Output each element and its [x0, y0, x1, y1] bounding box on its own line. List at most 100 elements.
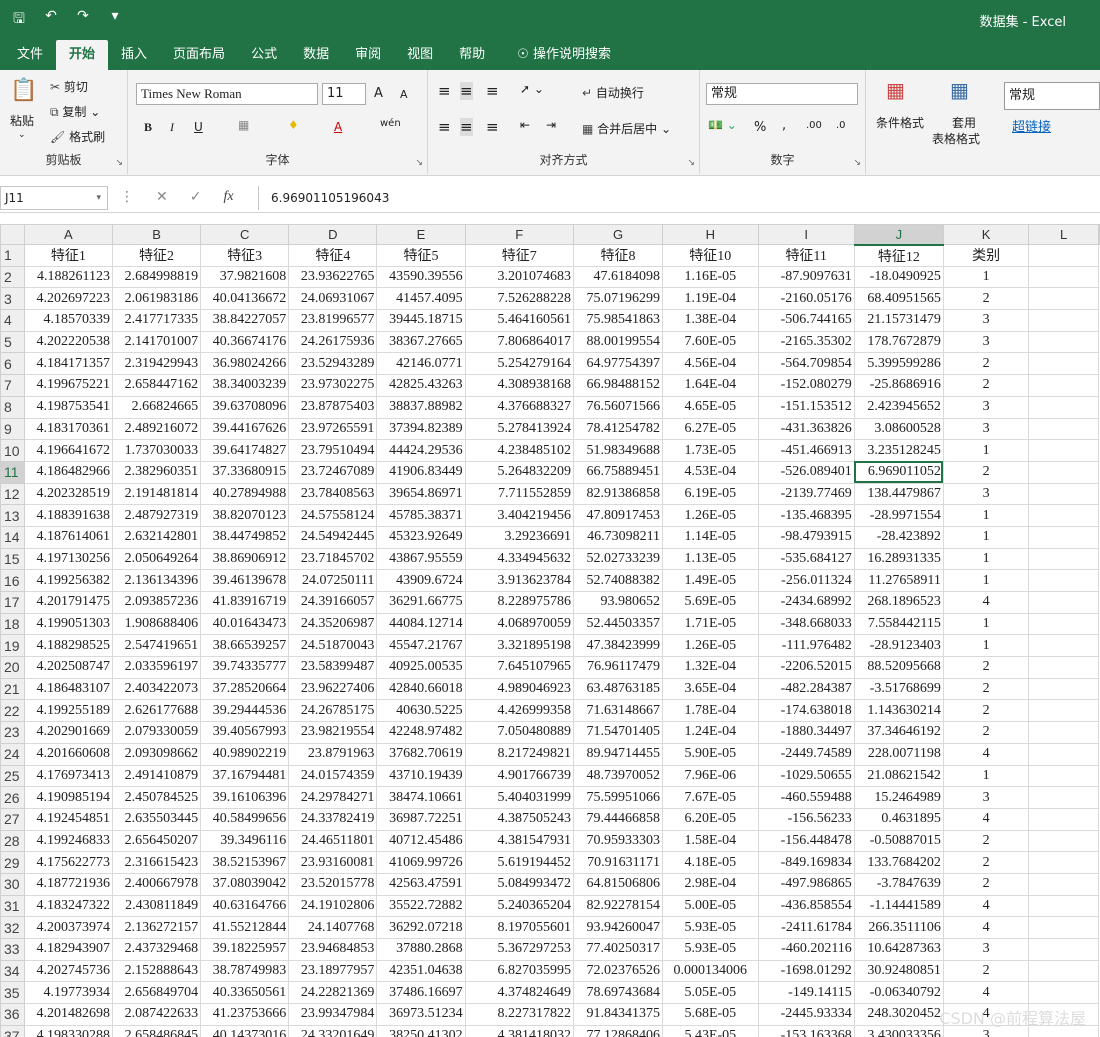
cell[interactable]: 4.56E-04 [662, 352, 759, 376]
cell[interactable]: 64.97754397 [572, 352, 664, 376]
cell[interactable]: 40630.5225 [376, 699, 466, 723]
cell[interactable] [1028, 591, 1099, 614]
cell[interactable]: 40.04136672 [200, 287, 290, 311]
alignment-launcher-icon[interactable]: ↘ [687, 158, 695, 168]
cell[interactable]: 133.7684202 [853, 851, 944, 874]
cell[interactable]: 5.619194452 [464, 851, 574, 874]
cell[interactable]: 36292.07218 [376, 916, 466, 939]
cell[interactable]: -3.51768699 [853, 677, 944, 701]
cell[interactable]: -0.50887015 [853, 829, 944, 853]
cell[interactable]: 1.38E-04 [662, 309, 759, 332]
cell[interactable]: 4.188298525 [23, 634, 113, 658]
cell[interactable]: 4.989046923 [464, 677, 574, 701]
cell[interactable]: 3.235128245 [853, 439, 944, 462]
cell[interactable]: 1.71E-05 [662, 612, 759, 636]
paste-button[interactable]: 粘贴 [10, 112, 34, 129]
cell[interactable]: 48.73970052 [572, 764, 664, 788]
bold-button[interactable]: B [144, 120, 152, 135]
cell[interactable]: 52.02733239 [572, 547, 664, 571]
cell[interactable]: 39.46139678 [200, 569, 290, 592]
dialog-launcher-icon[interactable]: ↘ [115, 158, 123, 168]
cell[interactable]: 41457.4095 [376, 287, 466, 311]
cell[interactable]: 4.068970059 [464, 612, 574, 636]
cell[interactable]: 76.56071566 [572, 395, 664, 419]
cell[interactable]: 1.26E-05 [662, 504, 759, 527]
cell[interactable]: 24.33782419 [288, 807, 378, 831]
cell[interactable]: 7.96E-06 [662, 764, 759, 788]
cell[interactable]: -2449.74589 [757, 742, 855, 766]
cell[interactable]: 11.27658911 [853, 569, 944, 592]
cell[interactable]: 39.63708096 [200, 395, 290, 419]
row-header[interactable]: 16 [0, 569, 25, 592]
cell[interactable]: 37394.82389 [376, 417, 466, 441]
cell[interactable]: 7.558442115 [853, 612, 944, 636]
cell[interactable]: -2445.93334 [757, 1003, 855, 1026]
cell[interactable]: 4 [942, 742, 1030, 766]
cell[interactable]: 5.404031999 [464, 786, 574, 809]
cell[interactable]: 4.199051303 [23, 612, 113, 636]
cell[interactable]: 特征3 [200, 244, 290, 267]
cell[interactable]: 24.29784271 [288, 786, 378, 809]
cell[interactable]: 5.90E-05 [662, 742, 759, 766]
tab-8[interactable]: 帮助 [446, 40, 498, 70]
cell[interactable]: 46.73098211 [572, 525, 664, 549]
cell[interactable]: 268.1896523 [853, 591, 944, 614]
undo-icon[interactable]: ↶ [42, 8, 60, 32]
fill-color-icon[interactable]: ♦ [288, 118, 299, 132]
border-icon[interactable]: ▦ [238, 118, 249, 132]
cell[interactable]: 1 [942, 764, 1030, 788]
cell[interactable]: 5.69E-05 [662, 591, 759, 614]
decrease-indent-icon[interactable]: ⇤ [520, 118, 530, 132]
cell[interactable]: 23.72467089 [288, 460, 378, 484]
cell[interactable]: -2139.77469 [757, 482, 855, 506]
cell[interactable]: 23.78408563 [288, 482, 378, 506]
cell[interactable]: 7.645107965 [464, 656, 574, 679]
cell[interactable]: 24.33201649 [288, 1024, 378, 1037]
cell[interactable]: 1.14E-05 [662, 525, 759, 549]
cell[interactable]: 2.658486845 [111, 1024, 202, 1037]
cell[interactable]: 41.83916719 [200, 591, 290, 614]
cell[interactable]: 39654.86971 [376, 482, 466, 506]
cell[interactable]: 35522.72882 [376, 894, 466, 918]
row-header[interactable]: 20 [0, 656, 25, 679]
cell[interactable]: 3 [942, 417, 1030, 441]
cell[interactable]: 37.34646192 [853, 721, 944, 744]
redo-icon[interactable]: ↷ [74, 8, 92, 32]
cell[interactable]: 0.000134006 [662, 959, 759, 983]
cell[interactable]: 39445.18715 [376, 309, 466, 332]
cell[interactable]: 36.98024266 [200, 352, 290, 376]
cell[interactable]: 89.94714455 [572, 742, 664, 766]
align-left-icon[interactable]: ≡ [438, 118, 451, 136]
increase-decimal-button[interactable]: .00 [806, 120, 822, 131]
row-header[interactable]: 19 [0, 634, 25, 658]
cell[interactable]: 37880.2868 [376, 938, 466, 961]
cell[interactable]: 40.58499656 [200, 807, 290, 831]
font-color-button[interactable]: A [334, 120, 342, 134]
cell[interactable]: -1029.50655 [757, 764, 855, 788]
cell[interactable]: 2.093098662 [111, 742, 202, 766]
cell[interactable]: 5.43E-05 [662, 1024, 759, 1037]
select-all-corner[interactable] [0, 224, 25, 245]
cell[interactable]: 1.58E-04 [662, 829, 759, 853]
cell[interactable]: 40.98902219 [200, 742, 290, 766]
cell[interactable]: 82.91386858 [572, 482, 664, 506]
cell[interactable]: 5.399599286 [853, 352, 944, 376]
italic-button[interactable]: I [170, 120, 174, 135]
cell[interactable]: 6.19E-05 [662, 482, 759, 506]
cell[interactable]: 类别 [942, 244, 1030, 267]
cell[interactable]: -506.744165 [757, 309, 855, 332]
cell[interactable]: -135.468395 [757, 504, 855, 527]
cell[interactable]: 68.40951565 [853, 287, 944, 311]
cell[interactable]: 23.96227406 [288, 677, 378, 701]
cell[interactable]: 52.44503357 [572, 612, 664, 636]
cell[interactable] [1028, 374, 1099, 397]
cell[interactable]: -431.363826 [757, 417, 855, 441]
cell[interactable] [1028, 352, 1099, 376]
cell[interactable]: 37.16794481 [200, 764, 290, 788]
cell[interactable]: 40.14373016 [200, 1024, 290, 1037]
tab-3[interactable]: 页面布局 [160, 40, 238, 70]
cell[interactable]: 7.806864017 [464, 330, 574, 354]
cell[interactable]: 3.913623784 [464, 569, 574, 592]
row-header[interactable]: 24 [0, 742, 25, 766]
cell[interactable] [1028, 959, 1099, 983]
